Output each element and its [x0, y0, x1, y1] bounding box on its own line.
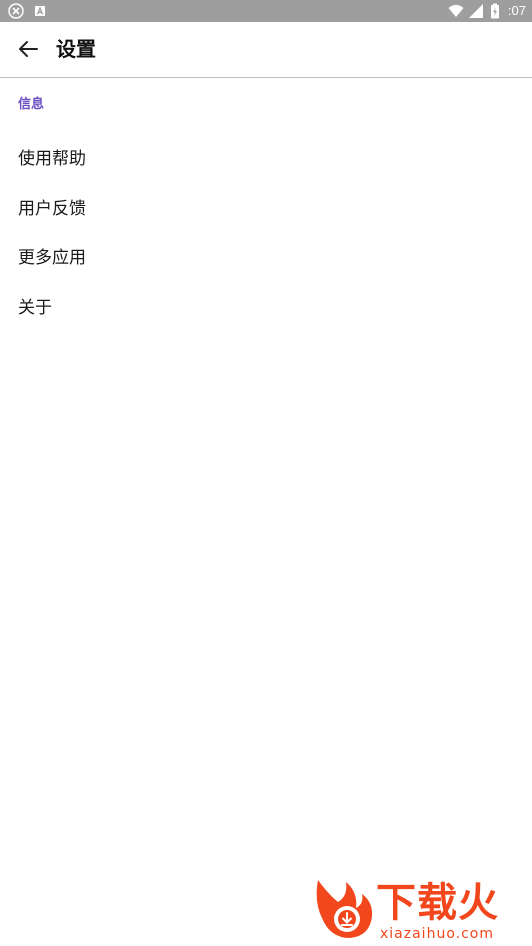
- watermark-brand: 下载火: [376, 880, 499, 926]
- status-time: :07: [507, 3, 526, 18]
- wifi-icon: [448, 3, 464, 19]
- a-square-icon: [32, 3, 48, 19]
- watermark-url: xiazaihuo.com: [380, 926, 494, 942]
- menu-item-about[interactable]: 关于: [0, 281, 532, 331]
- menu-item-more-apps[interactable]: 更多应用: [0, 231, 532, 281]
- back-arrow-icon: [16, 37, 40, 61]
- menu-item-feedback[interactable]: 用户反馈: [0, 182, 532, 232]
- menu-item-label: 使用帮助: [18, 149, 86, 170]
- signal-icon: [468, 3, 484, 19]
- battery-icon: [490, 3, 500, 19]
- back-button[interactable]: [10, 31, 46, 67]
- menu-item-label: 更多应用: [18, 248, 86, 269]
- menu-item-help[interactable]: 使用帮助: [0, 132, 532, 182]
- watermark: 下载火 xiazaihuo.com: [312, 876, 530, 944]
- page-title: 设置: [56, 37, 96, 61]
- x-circle-icon: [8, 3, 24, 19]
- app-bar: 设置: [0, 22, 532, 78]
- watermark-flame-logo-icon: [312, 876, 374, 942]
- status-bar-left: [8, 3, 56, 19]
- status-bar: :07: [0, 0, 532, 22]
- menu-item-label: 关于: [18, 297, 52, 318]
- settings-list: 使用帮助 用户反馈 更多应用 关于: [0, 132, 532, 330]
- status-bar-right: :07: [448, 2, 526, 20]
- menu-item-label: 用户反馈: [18, 198, 86, 219]
- section-header-info: 信息: [18, 97, 45, 112]
